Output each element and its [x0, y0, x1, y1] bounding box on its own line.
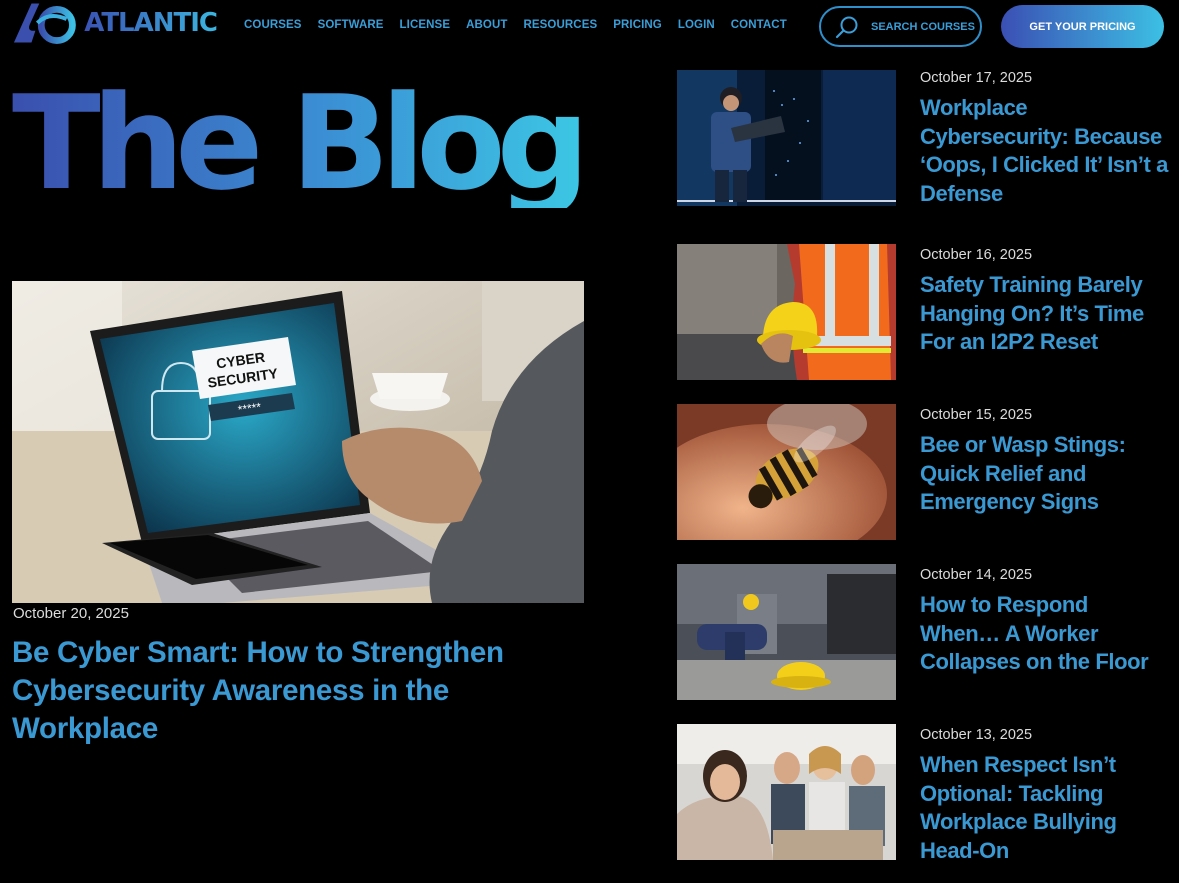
page-title: The Blog [12, 67, 590, 219]
post-date: October 15, 2025 [920, 407, 1033, 423]
post-thumbnail[interactable] [677, 724, 896, 860]
brand-logo[interactable]: ATLANTIC [12, 0, 218, 46]
brand-name: ATLANTIC [84, 8, 218, 38]
collapsed-worker-image [677, 564, 896, 700]
post-title[interactable]: Workplace Cybersecurity: Because ‘Oops, … [920, 94, 1172, 208]
search-courses-button[interactable]: SEARCH COURSES [819, 6, 982, 47]
post-date: October 14, 2025 [920, 567, 1033, 583]
post-date: October 13, 2025 [920, 727, 1033, 743]
post-date: October 17, 2025 [920, 70, 1033, 86]
nav-pricing[interactable]: PRICING [613, 19, 662, 31]
bee-on-skin-image [677, 404, 896, 540]
nav-login[interactable]: LOGIN [678, 19, 715, 31]
post-thumbnail[interactable] [677, 564, 896, 700]
post-title[interactable]: Safety Training Barely Hanging On? It’s … [920, 271, 1172, 357]
post-date: October 16, 2025 [920, 247, 1033, 263]
search-courses-label: SEARCH COURSES [871, 20, 975, 33]
featured-post-image[interactable]: CYBER SECURITY ***** [12, 281, 584, 603]
nav-courses[interactable]: COURSES [244, 19, 302, 31]
post-thumbnail[interactable] [677, 404, 896, 540]
post-thumbnail[interactable] [677, 70, 896, 206]
featured-post-title[interactable]: Be Cyber Smart: How to Strengthen Cybers… [12, 634, 572, 748]
datacenter-technician-image [677, 70, 896, 206]
nav-about[interactable]: ABOUT [466, 19, 507, 31]
nav-resources[interactable]: RESOURCES [523, 19, 597, 31]
atlantic-logo-icon [13, 3, 76, 44]
nav-contact[interactable]: CONTACT [731, 19, 787, 31]
post-title[interactable]: How to Respond When… A Worker Collapses … [920, 591, 1172, 677]
main-nav: COURSES SOFTWARE LICENSE ABOUT RESOURCES… [244, 19, 787, 31]
nav-software[interactable]: SOFTWARE [318, 19, 384, 31]
featured-post-date: October 20, 2025 [13, 605, 129, 622]
post-thumbnail[interactable] [677, 244, 896, 380]
post-title[interactable]: Bee or Wasp Stings: Quick Relief and Eme… [920, 431, 1172, 517]
laptop-cybersecurity-illustration: CYBER SECURITY ***** [12, 281, 584, 603]
get-pricing-button[interactable]: GET YOUR PRICING [1001, 5, 1164, 48]
safety-vest-worker-image [677, 244, 896, 380]
search-icon [835, 16, 858, 38]
post-title[interactable]: When Respect Isn’t Optional: Tackling Wo… [920, 751, 1172, 865]
workplace-bullying-image [677, 724, 896, 860]
nav-license[interactable]: LICENSE [400, 19, 451, 31]
